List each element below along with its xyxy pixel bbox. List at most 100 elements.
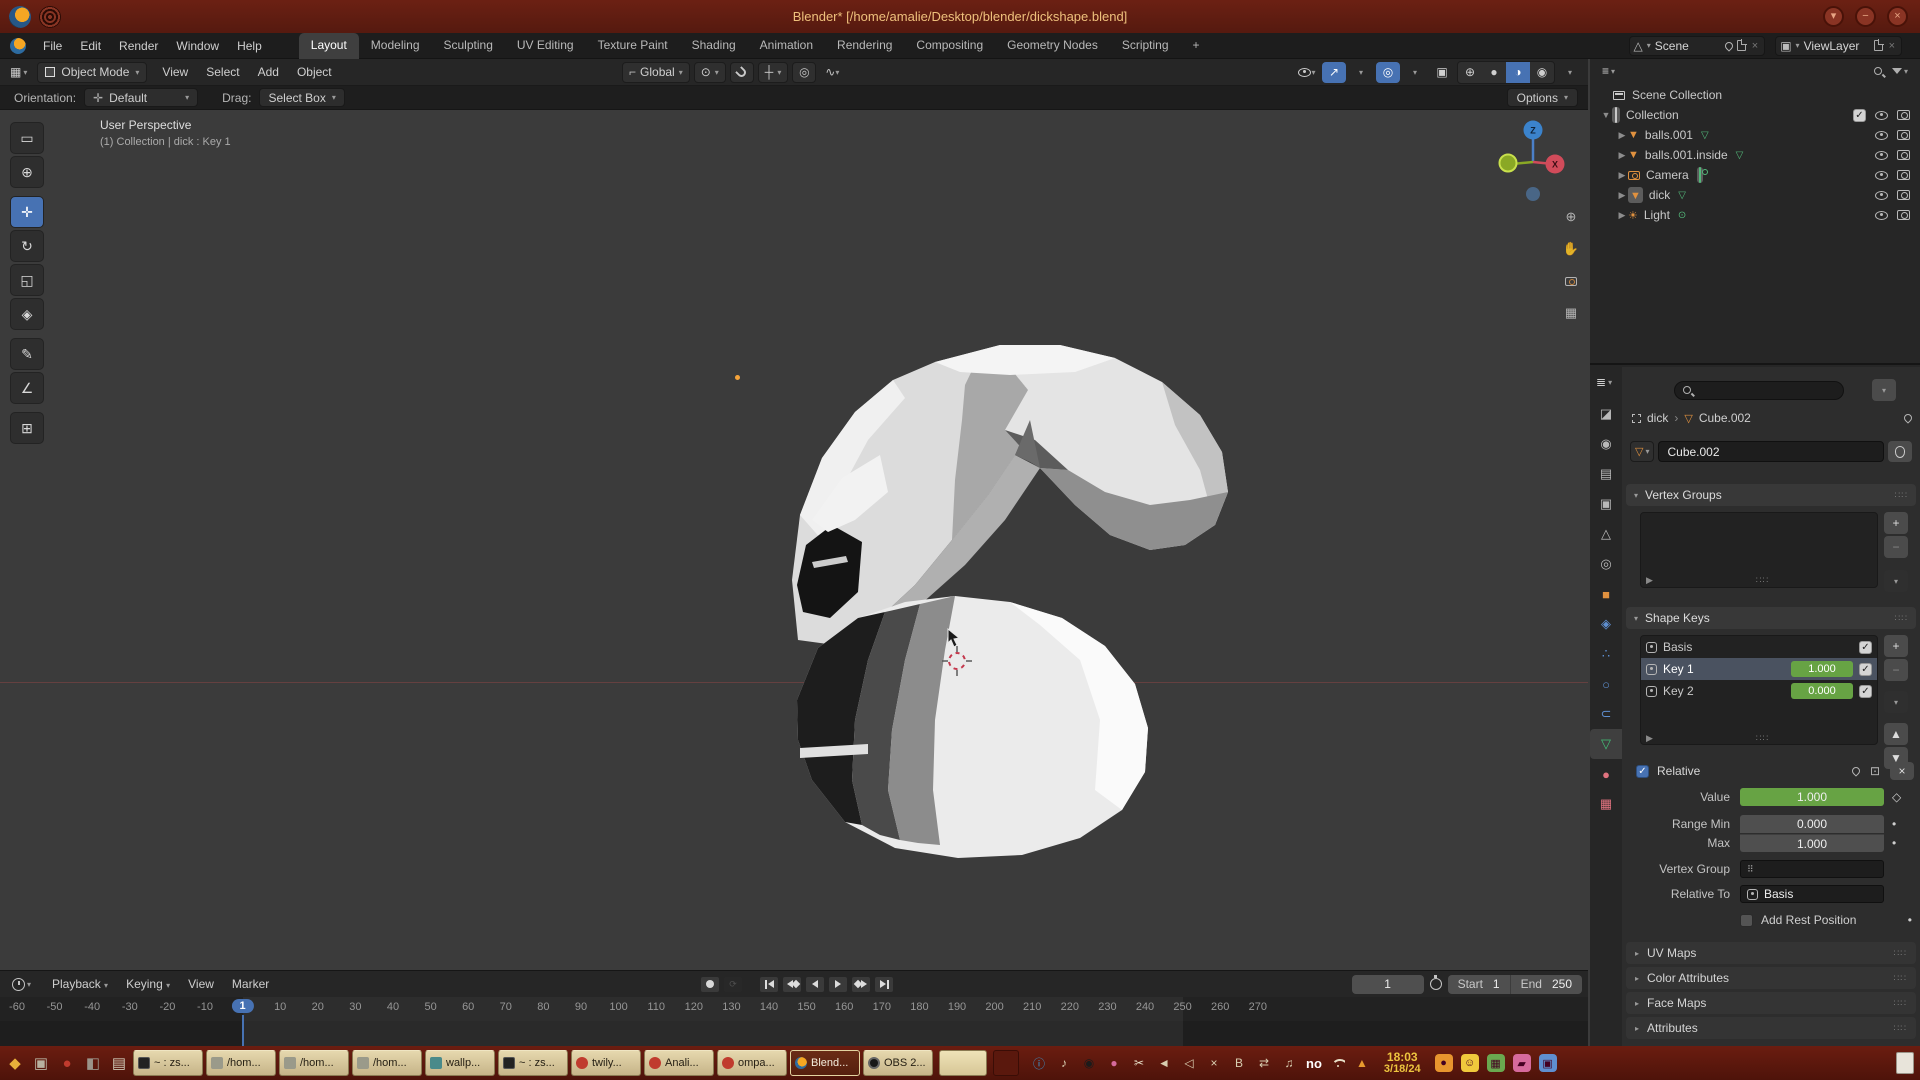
calculator-tray-icon[interactable]: ▦ — [1486, 1054, 1505, 1072]
measure-tool[interactable]: ∠ — [10, 372, 44, 404]
grip-icon[interactable]: ∷∷ — [1894, 998, 1907, 1009]
scissors-tray-icon[interactable]: ✂ — [1131, 1055, 1147, 1071]
rotate-tool[interactable]: ↻ — [10, 230, 44, 262]
remove-view-layer-icon[interactable]: × — [1887, 40, 1897, 52]
texture-tab[interactable]: ▦ — [1590, 789, 1622, 819]
view-layer-name[interactable]: ViewLayer — [1804, 39, 1870, 53]
disclosure-icon[interactable]: ▶ — [1616, 210, 1628, 221]
taskbar-clock[interactable]: 18:03 3/18/24 — [1384, 1051, 1421, 1075]
shape-key-row-basis[interactable]: Basis ✓ — [1641, 636, 1877, 658]
resize-grip-icon[interactable]: ∷∷ — [1756, 575, 1769, 586]
remove-vertex-group-button[interactable]: − — [1884, 536, 1908, 558]
disable-render-icon[interactable] — [1897, 110, 1910, 120]
shape-key-value-chip[interactable]: 0.000 — [1791, 683, 1853, 699]
task-button-anali[interactable]: Anali... — [644, 1050, 714, 1076]
exclude-checkbox[interactable]: ✓ — [1853, 108, 1866, 122]
grip-icon[interactable]: ∷∷ — [1895, 490, 1908, 501]
menu-help[interactable]: Help — [228, 35, 271, 57]
object-name[interactable]: Camera — [1646, 168, 1689, 182]
blender-menu-icon[interactable] — [10, 37, 26, 54]
snap-toggle[interactable] — [729, 61, 754, 83]
ruler-tick-160[interactable]: 160 — [835, 1001, 853, 1013]
ruler-tick-200[interactable]: 200 — [985, 1001, 1003, 1013]
notification-bell-icon[interactable]: ● — [1434, 1054, 1453, 1072]
properties-editor-selector[interactable]: ≣ ▾ — [1592, 373, 1622, 391]
ruler-tick-130[interactable]: 130 — [722, 1001, 740, 1013]
annotate-tool[interactable]: ✎ — [10, 338, 44, 370]
show-desktop-button[interactable] — [1896, 1052, 1914, 1074]
ruler-tick-110[interactable]: 110 — [647, 1001, 665, 1013]
timeline-menu-marker[interactable]: Marker — [223, 973, 278, 995]
pin-shape-icon[interactable] — [1850, 765, 1862, 777]
object-data-tab[interactable]: ▽ — [1590, 729, 1622, 759]
edit-mode-shape-icon[interactable]: ⊡ — [1870, 764, 1880, 778]
current-frame-field[interactable]: 1 — [1351, 974, 1424, 994]
viewport-3d[interactable]: User Perspective (1) Collection | dick :… — [0, 110, 1588, 970]
tab-sculpting[interactable]: Sculpting — [432, 33, 505, 59]
range-min-field[interactable]: 0.000 — [1740, 815, 1884, 833]
auto-keying-toggle[interactable] — [700, 975, 720, 993]
menu-window[interactable]: Window — [167, 35, 228, 57]
headphones-tray-icon[interactable]: ♪ — [1056, 1055, 1072, 1071]
pin-icon[interactable] — [1723, 39, 1735, 52]
overlays-dropdown[interactable]: ▾ — [1403, 62, 1427, 83]
disable-render-icon[interactable] — [1897, 130, 1910, 140]
disable-render-icon[interactable] — [1897, 170, 1910, 180]
shape-key-row-key-1[interactable]: Key 1 1.000 ✓ — [1641, 658, 1877, 680]
world-tab[interactable]: ◎ — [1590, 549, 1622, 579]
shape-key-name[interactable]: Key 1 — [1663, 662, 1694, 676]
selectability-visibility-dropdown[interactable]: ▾ — [1295, 62, 1319, 83]
ruler-tick-190[interactable]: 190 — [948, 1001, 966, 1013]
outliner-row-balls-001[interactable]: ▶ ▼ balls.001 ▽ — [1590, 125, 1920, 145]
scene-tab[interactable]: △ — [1590, 519, 1622, 549]
playhead[interactable] — [242, 1015, 244, 1047]
ruler-tick-170[interactable]: 170 — [873, 1001, 891, 1013]
end-frame-field[interactable]: End 250 — [1509, 974, 1582, 994]
tab-rendering[interactable]: Rendering — [825, 33, 904, 59]
add-vertex-group-button[interactable]: + — [1884, 512, 1908, 534]
task-button-hom[interactable]: /hom... — [279, 1050, 349, 1076]
menu-edit[interactable]: Edit — [71, 35, 110, 57]
remove-shape-key-button[interactable]: − — [1884, 659, 1908, 681]
move-tool[interactable]: ✛ — [10, 196, 44, 228]
outliner-row-balls-001-inside[interactable]: ▶ ▼ balls.001.inside ▽ — [1590, 145, 1920, 165]
tab-item[interactable]: + — [1181, 33, 1212, 59]
viewport-menu-select[interactable]: Select — [197, 61, 248, 83]
gizmo-y-axis[interactable] — [1498, 153, 1518, 173]
shape-key-mute-checkbox[interactable]: ✓ — [1859, 662, 1872, 676]
menu-file[interactable]: File — [34, 35, 71, 57]
constraints-tab[interactable]: ⊂ — [1590, 699, 1622, 729]
play-reverse-button[interactable] — [805, 975, 825, 993]
physics-tab[interactable]: ○ — [1590, 669, 1622, 699]
grip-icon[interactable]: ∷∷ — [1894, 948, 1907, 959]
gizmo-dropdown[interactable]: ▾ — [1349, 62, 1373, 83]
expand-icon[interactable]: ▶ — [1646, 733, 1653, 744]
modifiers-tab[interactable]: ◈ — [1590, 609, 1622, 639]
shape-key-mute-checkbox[interactable]: ✓ — [1859, 640, 1872, 654]
files-launcher-icon[interactable]: ▤ — [108, 1052, 130, 1074]
breadcrumb-object[interactable]: dick — [1647, 411, 1668, 425]
expand-icon[interactable]: ▶ — [1646, 575, 1653, 586]
hide-viewport-icon[interactable] — [1875, 130, 1888, 140]
recorder-tray-icon[interactable]: ◉ — [1081, 1055, 1097, 1071]
shape-keys-list[interactable]: Basis ✓ Key 1 1.000 ✓ Key 2 0.000 ✓ — [1640, 635, 1878, 745]
play-button[interactable] — [828, 975, 848, 993]
window-menu-button[interactable]: ▾ — [1823, 6, 1844, 27]
paint-tray-icon[interactable]: ▰ — [1512, 1054, 1531, 1072]
ruler-tick-260[interactable]: 260 — [1211, 1001, 1229, 1013]
tab-compositing[interactable]: Compositing — [904, 33, 995, 59]
ruler-tick-20[interactable]: 20 — [312, 1001, 324, 1013]
outliner-editor-selector[interactable]: ≡ ▾ — [1598, 62, 1619, 80]
proportional-editing-toggle[interactable]: ◎ — [792, 61, 817, 83]
tab-layout[interactable]: Layout — [298, 32, 359, 59]
menu-render[interactable]: Render — [110, 35, 167, 57]
start-frame-field[interactable]: Start 1 — [1447, 974, 1510, 994]
viewport-menu-object[interactable]: Object — [288, 61, 341, 83]
scale-tool[interactable]: ◱ — [10, 264, 44, 296]
resize-grip-icon[interactable]: ∷∷ — [1756, 733, 1769, 744]
navigation-gizmo[interactable]: Z X — [1496, 112, 1570, 208]
breadcrumb-data[interactable]: Cube.002 — [1699, 411, 1751, 425]
jump-end-button[interactable] — [874, 975, 894, 993]
task-button-twily[interactable]: twily... — [571, 1050, 641, 1076]
disable-render-icon[interactable] — [1897, 210, 1910, 220]
